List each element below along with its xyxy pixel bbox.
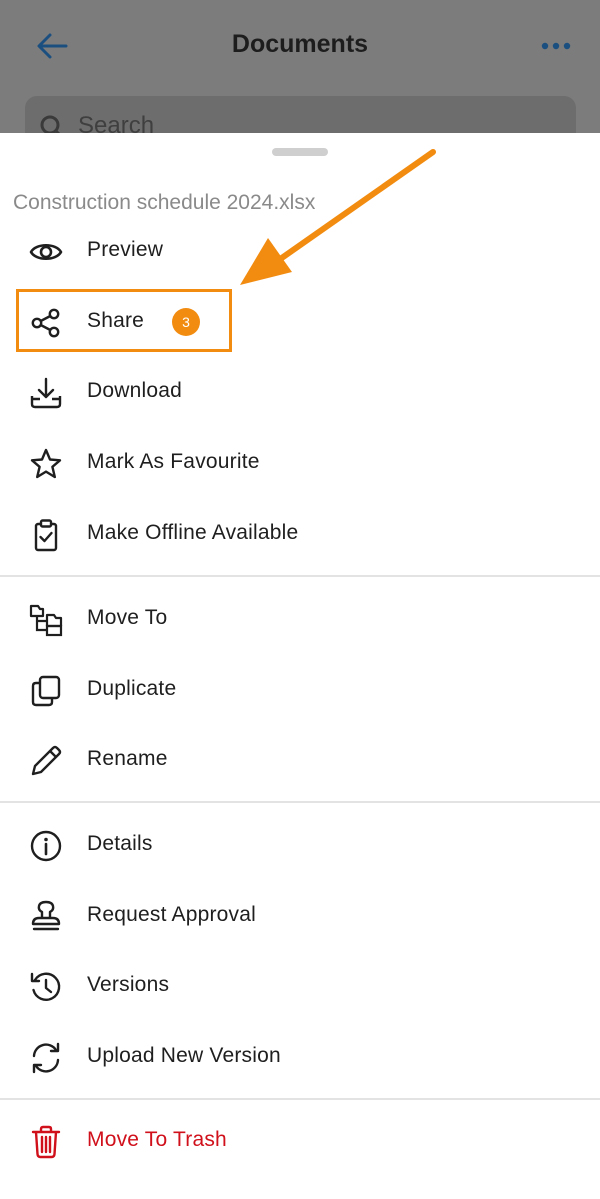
menu-item-label: Make Offline Available (87, 521, 299, 544)
star-icon (29, 447, 63, 481)
clipboard-check-icon (29, 518, 63, 552)
menu-item-rename[interactable]: Rename (0, 730, 600, 790)
menu-item-label: Move To (87, 606, 168, 629)
copy-icon (29, 674, 63, 708)
menu-item-label: Details (87, 832, 153, 855)
step-badge: 3 (172, 308, 200, 336)
menu-item-mark-as-favourite[interactable]: Mark As Favourite (0, 433, 600, 493)
menu-item-label: Download (87, 379, 182, 402)
menu-item-label: Upload New Version (87, 1044, 281, 1067)
page-title: Documents (231, 30, 369, 58)
menu-item-details[interactable]: Details (0, 815, 600, 875)
menu-item-download[interactable]: Download (0, 362, 600, 422)
stamp-icon (29, 900, 63, 934)
more-options-button[interactable] (532, 28, 580, 64)
menu-item-label: Preview (87, 238, 164, 261)
menu-item-move-to[interactable]: Move To (0, 589, 600, 649)
menu-item-label: Move To Trash (87, 1128, 227, 1151)
eye-icon (29, 235, 63, 269)
menu-item-label: Mark As Favourite (87, 450, 260, 473)
download-icon (29, 376, 63, 410)
app-header: Documents Search (0, 0, 600, 156)
menu-item-versions[interactable]: Versions (0, 956, 600, 1016)
menu-item-request-approval[interactable]: Request Approval (0, 886, 600, 946)
menu-item-make-offline-available[interactable]: Make Offline Available (0, 504, 600, 564)
menu-item-label: Duplicate (87, 677, 177, 700)
folder-tree-icon (29, 603, 63, 637)
menu-item-duplicate[interactable]: Duplicate (0, 660, 600, 720)
file-name: Construction schedule 2024.xlsx (13, 191, 316, 214)
divider (0, 1098, 600, 1100)
menu-item-move-to-trash[interactable]: Move To Trash (0, 1111, 600, 1171)
trash-icon (29, 1125, 63, 1159)
info-icon (29, 829, 63, 863)
menu-item-label: Request Approval (87, 903, 256, 926)
ellipsis-icon (541, 42, 571, 50)
menu-item-label: Versions (87, 973, 170, 996)
divider (0, 801, 600, 803)
menu-item-preview[interactable]: Preview (0, 221, 600, 281)
menu-item-label: Rename (87, 747, 168, 770)
history-icon (29, 970, 63, 1004)
sync-icon (29, 1041, 63, 1075)
divider (0, 575, 600, 577)
pencil-icon (29, 744, 63, 778)
menu-item-upload-new-version[interactable]: Upload New Version (0, 1027, 600, 1087)
sheet-grabber[interactable] (272, 148, 328, 156)
action-sheet: Construction schedule 2024.xlsx Preview … (0, 133, 600, 1199)
